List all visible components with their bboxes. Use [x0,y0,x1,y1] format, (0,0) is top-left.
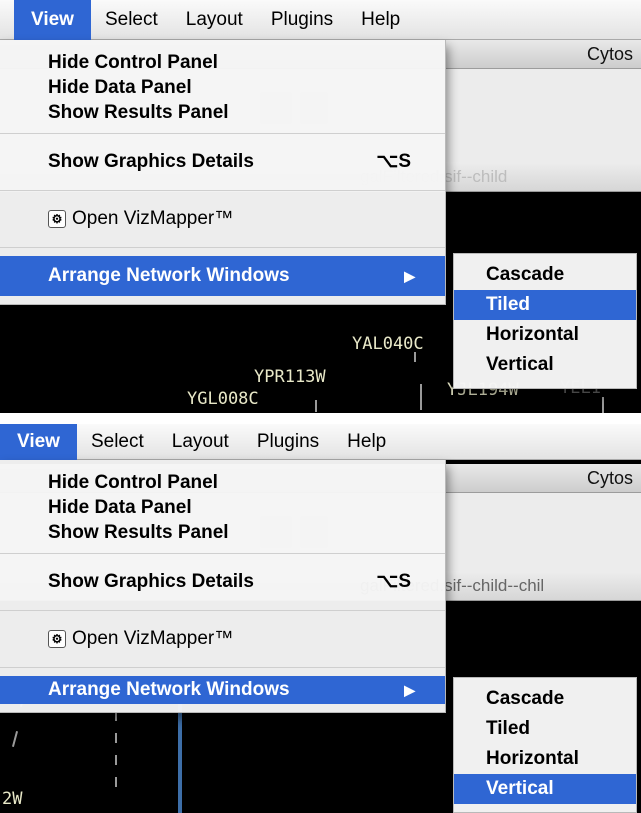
arrange-submenu: Cascade Tiled Horizontal Vertical [453,253,637,389]
open-vizmapper-item[interactable]: ⚙ Open VizMapper™ [0,199,445,239]
menu-separator [0,133,445,134]
menu-plugins[interactable]: Plugins [257,0,347,40]
menu-item-label: Arrange Network Windows [48,265,290,286]
menu-item-label: Show Results Panel [48,522,229,543]
open-vizmapper-item[interactable]: ⚙ Open VizMapper™ [0,619,445,659]
menu-item-label: Hide Control Panel [48,472,218,493]
menu-select[interactable]: Select [77,424,158,460]
submenu-item-horizontal[interactable]: Horizontal [454,744,636,774]
menu-layout[interactable]: Layout [158,424,243,460]
submenu-item-horizontal[interactable]: Horizontal [454,320,636,350]
menu-view[interactable]: View [0,424,77,460]
menu-separator [0,667,445,668]
arrange-network-windows-item[interactable]: Arrange Network Windows ▶ [0,676,445,704]
menu-separator [0,247,445,248]
menu-separator [0,610,445,611]
hide-data-panel-item[interactable]: Hide Data Panel [0,75,445,100]
vizmapper-icon: ⚙ [48,629,66,648]
menu-help[interactable]: Help [333,424,400,460]
chevron-right-icon: ▶ [404,268,415,284]
menu-help[interactable]: Help [347,0,414,40]
view-menu-dropdown: Hide Control Panel Hide Data Panel Show … [0,460,446,713]
menu-item-label: Show Results Panel [48,102,229,123]
panel-divider [0,413,641,424]
network-edge [115,777,117,787]
menu-item-label: Arrange Network Windows [48,679,290,700]
submenu-item-tiled[interactable]: Tiled [454,714,636,744]
screenshot-vertical: Cytos galFiltered.sif--child--chil 2W Vi… [0,424,641,813]
menu-view[interactable]: View [14,0,91,40]
menu-select[interactable]: Select [91,0,172,40]
submenu-item-vertical[interactable]: Vertical [454,774,636,804]
menu-item-label: Show Graphics Details [48,151,254,172]
menu-item-label: Hide Data Panel [48,497,192,518]
show-graphics-details-item[interactable]: Show Graphics Details ⌥S [0,142,445,182]
submenu-item-vertical[interactable]: Vertical [454,350,636,380]
arrange-submenu: Cascade Tiled Horizontal Vertical [453,677,637,813]
menu-item-label: Open VizMapper™ [72,208,234,229]
submenu-item-cascade[interactable]: Cascade [454,260,636,290]
vizmapper-icon: ⚙ [48,209,66,228]
network-edge [11,731,19,747]
network-edge [315,400,317,412]
menu-layout[interactable]: Layout [172,0,257,40]
show-results-panel-item[interactable]: Show Results Panel [0,520,445,545]
submenu-item-cascade[interactable]: Cascade [454,684,636,714]
node-label[interactable]: YGL008C [187,389,259,409]
network-edge [420,384,422,410]
arrange-network-windows-item[interactable]: Arrange Network Windows ▶ [0,256,445,296]
hide-data-panel-item[interactable]: Hide Data Panel [0,495,445,520]
screenshot-tiled: Cytos galFiltered.sif--child YAL040C YPR… [0,0,641,413]
hide-control-panel-item[interactable]: Hide Control Panel [0,470,445,495]
network-edge [602,397,604,413]
node-label[interactable]: YAL040C [352,334,424,354]
hide-control-panel-item[interactable]: Hide Control Panel [0,50,445,75]
menu-item-label: Show Graphics Details [48,571,254,592]
network-edge [115,733,117,743]
menu-bar: View Select Layout Plugins Help [0,424,641,460]
menu-item-label: Open VizMapper™ [72,628,234,649]
menu-separator [0,190,445,191]
chevron-right-icon: ▶ [404,682,415,698]
menu-item-label: Hide Data Panel [48,77,192,98]
window-title: Cytos [586,44,633,64]
menu-plugins[interactable]: Plugins [243,424,333,460]
keyboard-shortcut: ⌥S [376,151,411,172]
submenu-item-tiled[interactable]: Tiled [454,290,636,320]
node-label[interactable]: YPR113W [254,367,326,387]
node-label[interactable]: 2W [2,789,22,809]
show-graphics-details-item[interactable]: Show Graphics Details ⌥S [0,562,445,602]
window-title: Cytos [586,468,633,488]
menu-bar: View Select Layout Plugins Help [0,0,641,40]
menu-item-label: Hide Control Panel [48,52,218,73]
network-edge [115,755,117,765]
view-menu-dropdown: Hide Control Panel Hide Data Panel Show … [0,40,446,305]
menu-separator [0,553,445,554]
show-results-panel-item[interactable]: Show Results Panel [0,100,445,125]
keyboard-shortcut: ⌥S [376,571,411,592]
